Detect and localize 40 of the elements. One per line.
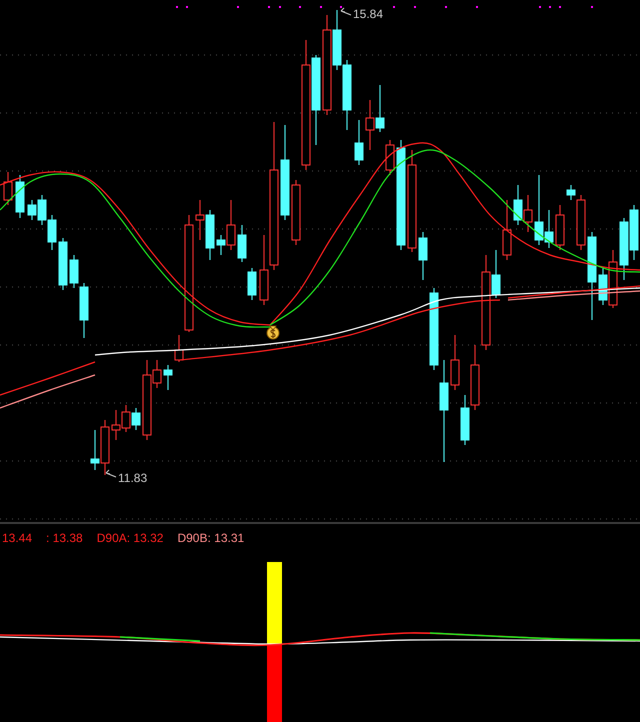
candlestick	[112, 410, 120, 440]
candlestick	[90, 430, 100, 470]
candlestick	[48, 214, 56, 250]
indicator-value: D90A: 13.32	[96, 530, 164, 547]
candlestick	[164, 364, 172, 390]
candlestick	[238, 224, 246, 262]
candlestick	[418, 232, 428, 280]
price-label: 11.83	[118, 471, 148, 485]
pointer-arrow-icon	[106, 470, 116, 478]
indicator-value: D90B: 13.31	[177, 530, 244, 547]
indicator-value: : 13.38	[46, 530, 83, 547]
candlestick	[376, 84, 384, 132]
candlestick	[556, 204, 564, 250]
candlestick	[386, 140, 394, 176]
indicator-value: 13.44	[2, 530, 32, 547]
candlestick	[196, 200, 204, 240]
money-bag-icon	[266, 326, 280, 340]
candlestick	[630, 204, 638, 260]
candlestick	[16, 174, 24, 218]
candlestick	[58, 238, 68, 290]
candlestick	[122, 404, 130, 432]
pointer-arrow-icon	[340, 8, 352, 16]
candlestick	[450, 334, 460, 390]
candlestick	[100, 420, 110, 476]
candlestick	[342, 60, 352, 130]
candlestick	[366, 100, 374, 150]
candlestick	[206, 210, 214, 260]
candlestick	[4, 172, 12, 206]
candlestick	[248, 268, 256, 300]
price-label: 15.84	[353, 7, 384, 21]
candlestick	[514, 184, 522, 226]
candlestick	[460, 394, 470, 446]
candlestick	[470, 344, 480, 410]
candlestick	[292, 180, 300, 246]
candlestick	[620, 218, 628, 280]
candlestick	[132, 408, 140, 430]
candlestick	[524, 194, 532, 232]
candlestick	[502, 200, 512, 260]
candlestick	[174, 334, 184, 362]
candlestick	[354, 120, 364, 166]
